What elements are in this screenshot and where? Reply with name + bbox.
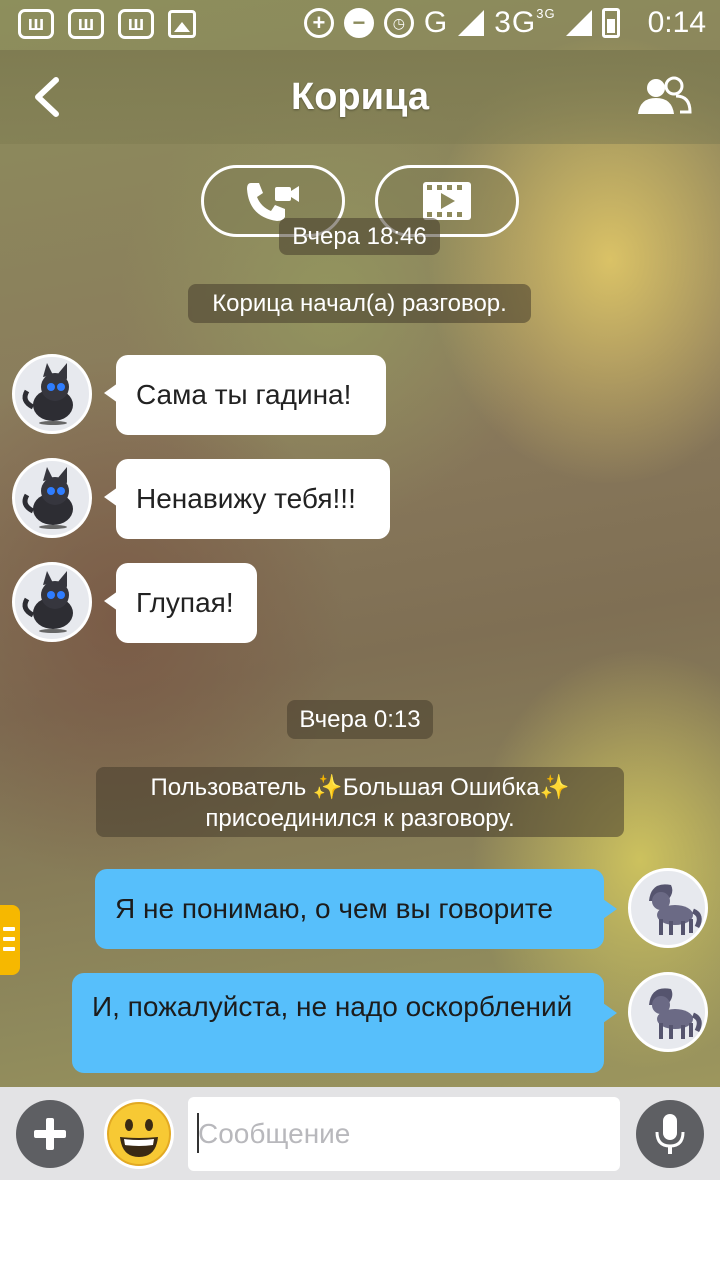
plus-icon	[34, 1118, 66, 1150]
emoji-button[interactable]	[104, 1099, 174, 1169]
avatar[interactable]	[12, 458, 92, 538]
sparkle-icon: ✨	[312, 774, 343, 801]
cat-avatar-icon	[22, 467, 73, 529]
microphone-icon	[655, 1114, 685, 1154]
message-input-bar	[0, 1087, 720, 1180]
signal-icon	[458, 10, 485, 36]
chat-title: Корица	[291, 76, 429, 118]
my-avatar[interactable]	[628, 972, 708, 1052]
avatar[interactable]	[12, 354, 92, 434]
voice-record-button[interactable]	[636, 1100, 704, 1168]
group-icon[interactable]	[636, 74, 692, 118]
chevron-left-icon[interactable]	[28, 74, 68, 120]
cat-avatar-icon	[22, 571, 73, 633]
message-bubble-incoming[interactable]: Сама ты гадина!	[104, 355, 386, 435]
image-notification-icon	[168, 10, 196, 38]
app-notification-icon: ш	[18, 9, 54, 39]
message-bubble-incoming[interactable]: Ненавижу тебя!!!	[104, 459, 390, 539]
sparkle-icon: ✨	[539, 774, 570, 801]
battery-icon	[601, 8, 620, 38]
timestamp-chip: Вчера 18:46	[279, 218, 440, 255]
message-input[interactable]	[188, 1097, 620, 1171]
system-message-line-1: Пользователь ✨Большая Ошибка✨	[150, 774, 570, 801]
app-notification-icon: ш	[118, 9, 154, 39]
my-avatar[interactable]	[628, 868, 708, 948]
status-bar: ш ш ш + − ◷ G 3G3G 0:14	[0, 0, 720, 50]
system-message: Корица начал(а) разговор.	[188, 284, 531, 323]
data-saver-icon: +	[303, 8, 334, 38]
message-bubble-outgoing[interactable]: И, пожалуйста, не надо оскорблений	[72, 973, 617, 1073]
system-message-line-2: присоединился к разговору.	[205, 805, 515, 832]
cat-avatar-icon	[22, 363, 73, 425]
side-drawer-handle[interactable]	[0, 905, 20, 975]
smile-emoji-icon	[107, 1102, 171, 1166]
chat-screen: ш ш ш + − ◷ G 3G3G 0:14 Корица Вчера 18:…	[0, 0, 720, 1180]
text-caret	[197, 1113, 199, 1153]
signal-icon	[565, 10, 592, 36]
chat-header: Корица	[0, 50, 720, 144]
system-message: Пользователь ✨Большая Ошибка✨ присоедини…	[96, 767, 624, 837]
add-attachment-button[interactable]	[16, 1100, 84, 1168]
alarm-icon: ◷	[383, 8, 414, 38]
network-type-g: G	[423, 6, 449, 39]
message-bubble-incoming[interactable]: Глупая!	[104, 563, 257, 643]
app-notification-icon: ш	[68, 9, 104, 39]
wolf-avatar-icon	[649, 884, 702, 935]
message-bubble-outgoing[interactable]: Я не понимаю, о чем вы говорите	[95, 869, 617, 949]
user-name[interactable]: Большая Ошибка	[343, 774, 540, 801]
phone-video-icon	[247, 183, 299, 221]
clock: 0:14	[647, 6, 706, 39]
nav-bar-area	[0, 1180, 720, 1280]
wolf-avatar-icon	[649, 988, 702, 1039]
do-not-disturb-icon: −	[343, 8, 374, 38]
avatar[interactable]	[12, 562, 92, 642]
film-play-icon	[423, 182, 471, 220]
timestamp-chip: Вчера 0:13	[287, 700, 433, 739]
network-type-3g: 3G3G	[494, 6, 556, 39]
